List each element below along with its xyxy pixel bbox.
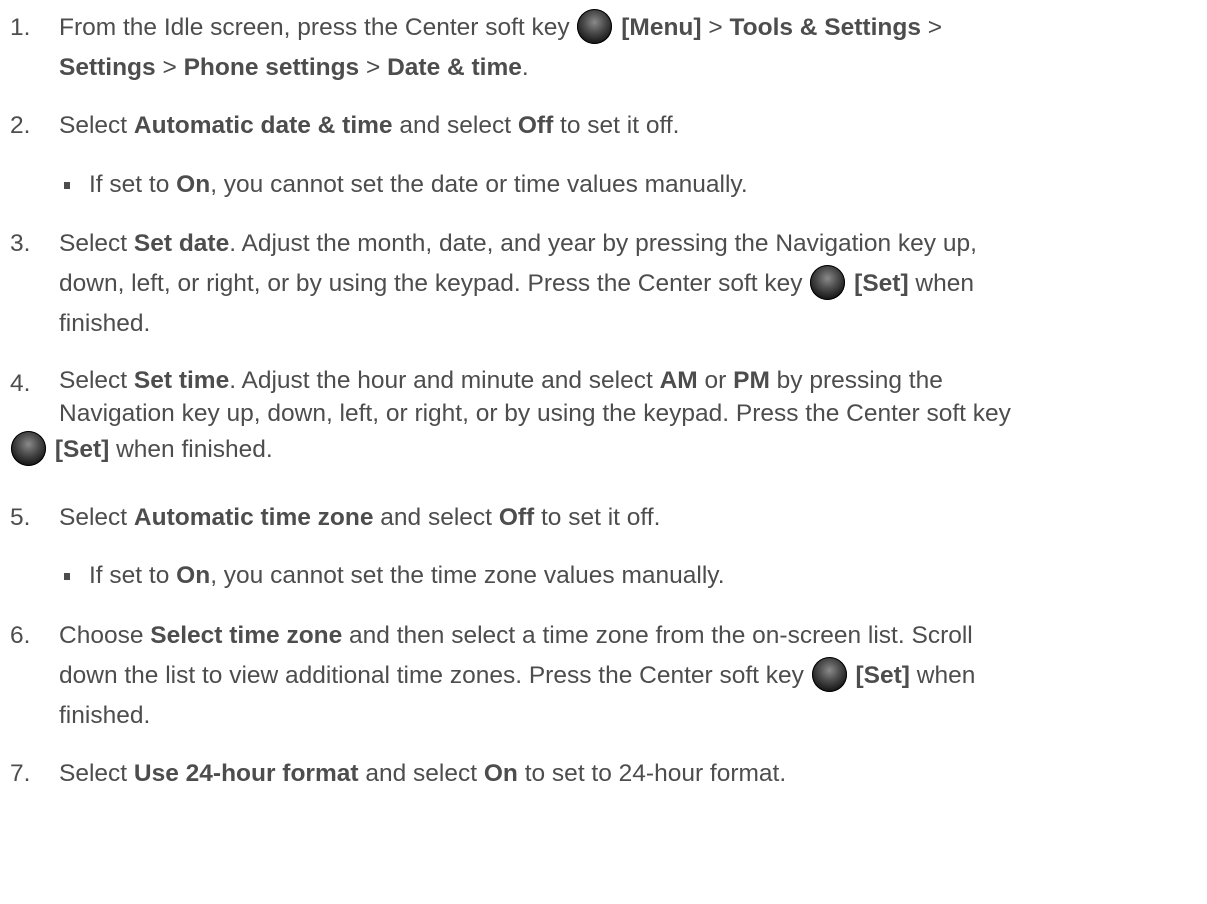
text-run: . <box>521 54 529 81</box>
text-run: finished. <box>59 702 151 729</box>
bullet-marker <box>64 573 70 580</box>
text-run: by pressing the <box>769 367 943 394</box>
text-run: and then select a time zone from the on-… <box>342 622 973 649</box>
bold-term: Set time <box>133 367 230 394</box>
center-soft-key-icon <box>577 9 613 44</box>
bullet-marker <box>64 182 70 189</box>
text-run: finished. <box>59 310 151 337</box>
bold-term: Set date <box>133 230 230 257</box>
step-text: Select Set time. Adjust the hour and min… <box>11 364 1199 470</box>
bold-term: On <box>483 760 518 787</box>
bullet-text: If set to On, you cannot set the time zo… <box>89 556 725 596</box>
text-run: down the list to view additional time zo… <box>59 662 811 689</box>
bold-term: [Set] <box>54 436 110 463</box>
step-line: down, left, or right, or by using the ke… <box>59 264 1199 304</box>
step-line: From the Idle screen, press the Center s… <box>59 8 1199 48</box>
text-run: Choose <box>59 622 151 649</box>
text-run: and select <box>392 112 518 139</box>
bold-term: Select time zone <box>150 622 343 649</box>
step-line: Navigation key up, down, left, or right,… <box>59 397 1199 430</box>
bold-term: Tools & Settings <box>729 14 921 41</box>
bold-term: [Menu] <box>621 14 702 41</box>
text-run: or <box>697 367 734 394</box>
text-run: Select <box>59 760 134 787</box>
text-run: to set it off. <box>534 504 661 531</box>
step-text: Select Automatic time zone and select Of… <box>59 498 1199 538</box>
text-run: when finished. <box>109 436 273 463</box>
text-run: . Adjust the hour and minute and select <box>229 367 660 394</box>
step-number: 2. <box>10 112 31 139</box>
text-run: From the Idle screen, press the Center s… <box>59 14 577 41</box>
text-run: when <box>908 270 975 297</box>
step-number: 3. <box>10 230 31 257</box>
text-run: If set to <box>89 171 177 198</box>
step-number: 5. <box>10 504 31 531</box>
step-line: finished. <box>59 304 1199 344</box>
text-run: Select <box>59 504 134 531</box>
bold-term: AM <box>659 367 698 394</box>
text-run: Select <box>59 112 134 139</box>
step-line: Select Use 24-hour format and select On … <box>59 754 1199 794</box>
step-line: Settings > Phone settings > Date & time. <box>59 48 1199 88</box>
step-text: Select Use 24-hour format and select On … <box>59 754 1199 794</box>
step-text: Select Automatic date & time and select … <box>59 106 1199 146</box>
step-number: 6. <box>10 622 31 649</box>
text-run: > <box>359 54 388 81</box>
step-number: 4. <box>10 370 31 397</box>
bold-term: Use 24-hour format <box>133 760 359 787</box>
center-soft-key-icon <box>810 265 846 300</box>
step-text: Select Set date. Adjust the month, date,… <box>59 224 1199 344</box>
text-run: and select <box>373 504 499 531</box>
step-line: finished. <box>59 696 1199 736</box>
bold-term: Automatic date & time <box>133 112 393 139</box>
step-line: Select Automatic time zone and select Of… <box>59 498 1199 538</box>
bold-term: [Set] <box>854 270 909 297</box>
step-line: Choose Select time zone and then select … <box>59 616 1199 656</box>
bullet-text: If set to On, you cannot set the date or… <box>89 165 748 205</box>
text-run: to set to 24-hour format. <box>517 760 787 787</box>
step-line: Select Set time. Adjust the hour and min… <box>59 364 1199 397</box>
step-number: 1. <box>10 14 31 41</box>
bold-term: [Set] <box>855 662 910 689</box>
bold-term: Date & time <box>387 54 522 81</box>
step-line: [Set] when finished. <box>10 430 1199 470</box>
text-run <box>48 436 55 463</box>
step-line: down the list to view additional time zo… <box>59 656 1199 696</box>
bold-term: Off <box>498 504 535 531</box>
text-run: to set it off. <box>553 112 680 139</box>
step-line: Select Automatic date & time and select … <box>59 106 1199 146</box>
step-text: From the Idle screen, press the Center s… <box>59 8 1199 88</box>
text-run: > <box>701 14 730 41</box>
center-soft-key-icon <box>11 431 46 466</box>
text-run: Select <box>59 230 134 257</box>
bold-term: Settings <box>59 54 156 81</box>
text-run: when <box>909 662 976 689</box>
text-run: > <box>920 14 943 41</box>
text-run: down, left, or right, or by using the ke… <box>59 270 810 297</box>
text-run: If set to <box>89 562 177 589</box>
bold-term: Phone settings <box>183 54 360 81</box>
text-run: . Adjust the month, date, and year by pr… <box>229 230 977 257</box>
text-run: Navigation key up, down, left, or right,… <box>59 400 1011 427</box>
text-run: and select <box>358 760 484 787</box>
bold-term: Automatic time zone <box>133 504 374 531</box>
step-line: Select Set date. Adjust the month, date,… <box>59 224 1199 264</box>
center-soft-key-icon <box>811 657 847 692</box>
text-run: , you cannot set the date or time values… <box>210 171 748 198</box>
text-run: > <box>155 54 184 81</box>
step-number: 7. <box>10 760 31 787</box>
bold-term: Off <box>517 112 554 139</box>
step-text: Choose Select time zone and then select … <box>59 616 1199 736</box>
bold-term: On <box>176 562 211 589</box>
text-run <box>849 662 856 689</box>
text-run: , you cannot set the time zone values ma… <box>210 562 725 589</box>
bold-term: On <box>176 171 211 198</box>
text-run: Select <box>59 367 134 394</box>
bold-term: PM <box>733 367 770 394</box>
